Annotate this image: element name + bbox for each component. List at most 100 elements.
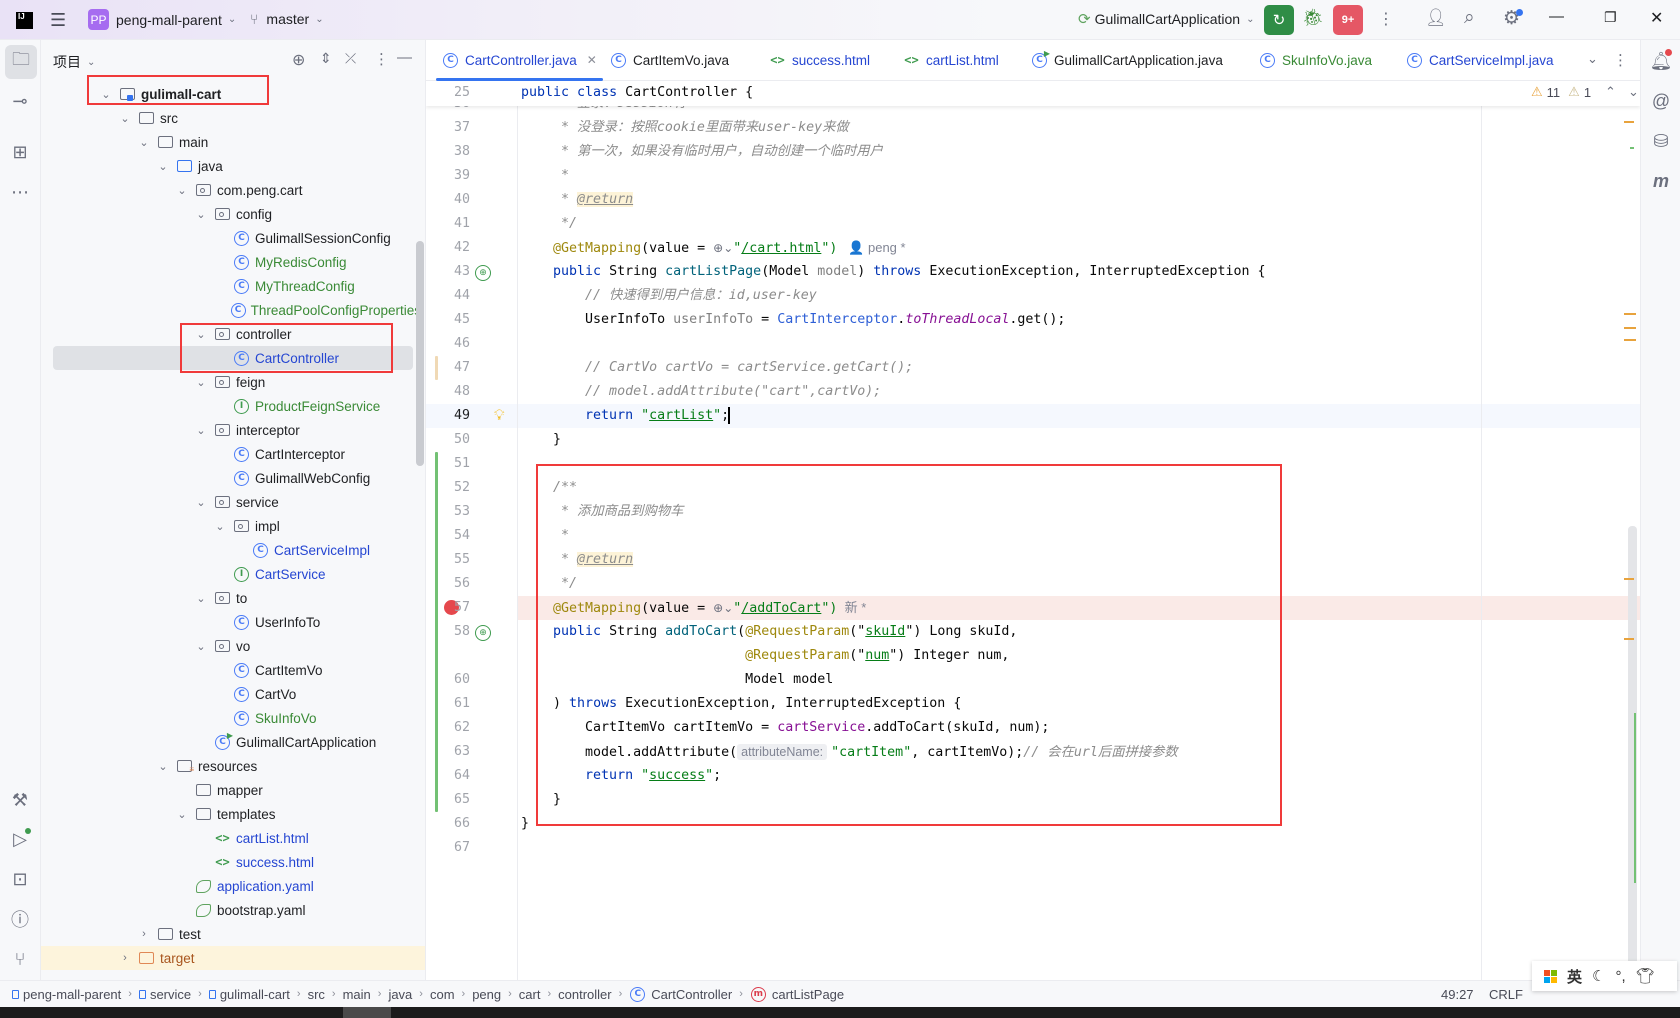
line-number[interactable]: 53 [426, 500, 470, 524]
run-config-selector[interactable]: ⟳ GulimallCartApplication ⌄ [1078, 10, 1254, 28]
commit-icon[interactable]: ⊸ [5, 86, 35, 116]
tree-item-gulimallwebconfig[interactable]: C GulimallWebConfig [41, 466, 421, 490]
tab-options-icon[interactable]: ⋮ [1613, 51, 1628, 69]
code-line[interactable]: UserInfoTo userInfoTo = CartInterceptor.… [521, 308, 1065, 332]
line-number[interactable]: 42 [426, 236, 470, 260]
line-number[interactable]: 40 [426, 188, 470, 212]
tree-item-success-html[interactable]: <> success.html [41, 850, 421, 874]
skin-icon[interactable]: 👕︎ [1636, 967, 1655, 985]
code-line[interactable]: * @return [521, 188, 634, 212]
stop-button[interactable]: 9+ [1333, 5, 1363, 35]
code-line[interactable]: @GetMapping(value = ⊕⌄"/addToCart") 新 * [521, 596, 866, 620]
tab-cartitemvo-java[interactable]: C CartItemVo.java [604, 40, 735, 80]
code-line[interactable]: // model.addAttribute("cart",cartVo); [521, 380, 881, 404]
code-editor[interactable]: 36 * 登录：session有37 * 没登录：按照cookie里面带来use… [426, 81, 1640, 980]
chevron-down-icon[interactable]: ⌄ [192, 496, 210, 509]
expand-all-icon[interactable]: ⇕ [320, 50, 332, 67]
tree-item-mythreadconfig[interactable]: C MyThreadConfig [41, 274, 421, 298]
code-line[interactable]: // CartVo cartVo = cartService.getCart()… [521, 356, 913, 380]
close-tab-icon[interactable]: ✕ [587, 53, 597, 67]
chevron-down-icon[interactable]: ⌄ [192, 640, 210, 653]
line-number[interactable]: 64 [426, 764, 470, 788]
line-number[interactable]: 62 [426, 716, 470, 740]
debug-button[interactable]: 🐞︎ [1302, 8, 1324, 28]
tree-item-resources[interactable]: ⌄ ≡ resources [41, 754, 421, 778]
line-number[interactable] [426, 644, 470, 668]
sticky-class-header[interactable]: 25 public class CartController { ⚠ 11 ⚠ 1 … [426, 81, 1640, 106]
git-icon[interactable]: ⑂ [5, 944, 35, 974]
line-number[interactable]: 63 [426, 740, 470, 764]
tree-item-test[interactable]: › test [41, 922, 421, 946]
tree-item-src[interactable]: ⌄ src [41, 106, 421, 130]
code-line[interactable]: } [521, 812, 529, 836]
tree-item-config[interactable]: ⌄ config [41, 202, 421, 226]
tab-cartcontroller-java[interactable]: C CartController.java ✕ [436, 40, 603, 81]
tree-item-productfeignservice[interactable]: I ProductFeignService [41, 394, 421, 418]
tab-success-html[interactable]: <> success.html [763, 40, 876, 80]
locate-file-icon[interactable]: ⊕ [292, 50, 305, 70]
tree-item-cartserviceimpl[interactable]: C CartServiceImpl [41, 538, 421, 562]
tab-cartserviceimpl-java[interactable]: C CartServiceImpl.java [1400, 40, 1560, 80]
tree-item-com-peng-cart[interactable]: ⌄ com.peng.cart [41, 178, 421, 202]
chevron-right-icon[interactable]: › [116, 952, 134, 964]
spring-endpoint-icon[interactable]: ⊕ [475, 263, 491, 281]
line-number[interactable]: 38 [426, 140, 470, 164]
spring-endpoint-icon[interactable]: ⊕ [475, 623, 491, 641]
tree-item-mapper[interactable]: mapper [41, 778, 421, 802]
hide-panel-icon[interactable]: — [397, 49, 412, 66]
code-line[interactable]: @RequestParam("num") Integer num, [521, 644, 1009, 668]
terminal-icon[interactable]: ⊡ [5, 864, 35, 894]
maven-icon[interactable]: m [1646, 166, 1676, 196]
main-menu-icon[interactable]: ☰ [50, 10, 66, 31]
tree-item-controller[interactable]: ⌄ controller [41, 322, 421, 346]
ime-language[interactable]: 英 [1567, 966, 1582, 987]
tree-item-to[interactable]: ⌄ to [41, 586, 421, 610]
breadcrumb-item[interactable]: controller [558, 987, 611, 1002]
tree-item-impl[interactable]: ⌄ impl [41, 514, 421, 538]
code-line[interactable]: public String cartListPage(Model model) … [521, 260, 1266, 284]
tree-item-templates[interactable]: ⌄ templates [41, 802, 421, 826]
chevron-down-icon[interactable]: ⌄ [97, 88, 115, 101]
code-line[interactable]: @GetMapping(value = ⊕⌄"/cart.html") 👤 pe… [521, 236, 906, 260]
notifications-bell-icon[interactable]: 🔔︎ [1646, 46, 1676, 76]
line-number[interactable]: 50 [426, 428, 470, 452]
tree-item-gulimallcartapplication[interactable]: C ▶ GulimallCartApplication [41, 730, 421, 754]
line-number[interactable]: 56 [426, 572, 470, 596]
tree-item-myredisconfig[interactable]: C MyRedisConfig [41, 250, 421, 274]
line-number[interactable]: 58 [426, 620, 470, 644]
code-line[interactable]: * @return [521, 548, 634, 572]
chevron-down-icon[interactable]: ⌄ [192, 328, 210, 341]
tree-item-java[interactable]: ⌄ java [41, 154, 421, 178]
more-actions-icon[interactable]: ⋮ [1378, 9, 1394, 29]
code-line[interactable]: * [521, 164, 569, 188]
rerun-button[interactable]: ↻ [1264, 5, 1294, 35]
tab-gulimallcartapplication-java[interactable]: C ▶ GulimallCartApplication.java [1025, 40, 1229, 80]
project-view-selector[interactable]: 项目 ⌄ [53, 52, 95, 72]
taskbar-item[interactable] [343, 1007, 391, 1018]
minimize-button[interactable]: — [1549, 8, 1564, 25]
code-line[interactable]: * 第一次，如果没有临时用户，自动创建一个临时用户 [521, 140, 883, 164]
breadcrumb-item[interactable]: m cartListPage [750, 986, 844, 1002]
tree-item-userinfoto[interactable]: C UserInfoTo [41, 610, 421, 634]
tree-item-cartitemvo[interactable]: C CartItemVo [41, 658, 421, 682]
tree-item-gulimallsessionconfig[interactable]: C GulimallSessionConfig [41, 226, 421, 250]
code-line[interactable]: CartItemVo cartItemVo = cartService.addT… [521, 716, 1049, 740]
project-switcher[interactable]: PP peng-mall-parent ⌄ [88, 9, 236, 30]
tree-item-gulimall-cart[interactable]: ⌄ gulimall-cart [41, 82, 421, 106]
code-line[interactable]: Model model [521, 668, 833, 692]
chevron-down-icon[interactable]: ⌄ [192, 208, 210, 221]
line-number[interactable]: 67 [426, 836, 470, 860]
line-number[interactable]: 57 [426, 596, 470, 620]
tree-scrollbar[interactable] [416, 241, 424, 466]
tree-item-cartvo[interactable]: C CartVo [41, 682, 421, 706]
line-number[interactable]: 48 [426, 380, 470, 404]
tree-item-vo[interactable]: ⌄ vo [41, 634, 421, 658]
intellij-logo[interactable]: IJ [16, 12, 33, 29]
collapse-all-icon[interactable]: ⤫ [345, 50, 356, 67]
chevron-down-icon[interactable]: ⌄ [192, 376, 210, 389]
code-line[interactable]: model.addAttribute(attributeName: "cartIt… [521, 740, 1178, 764]
breadcrumb-item[interactable]: src [308, 987, 325, 1002]
services-run-icon[interactable]: ▷ [5, 824, 35, 854]
line-number[interactable]: 54 [426, 524, 470, 548]
breadcrumb-item[interactable]: peng-mall-parent [12, 987, 121, 1002]
